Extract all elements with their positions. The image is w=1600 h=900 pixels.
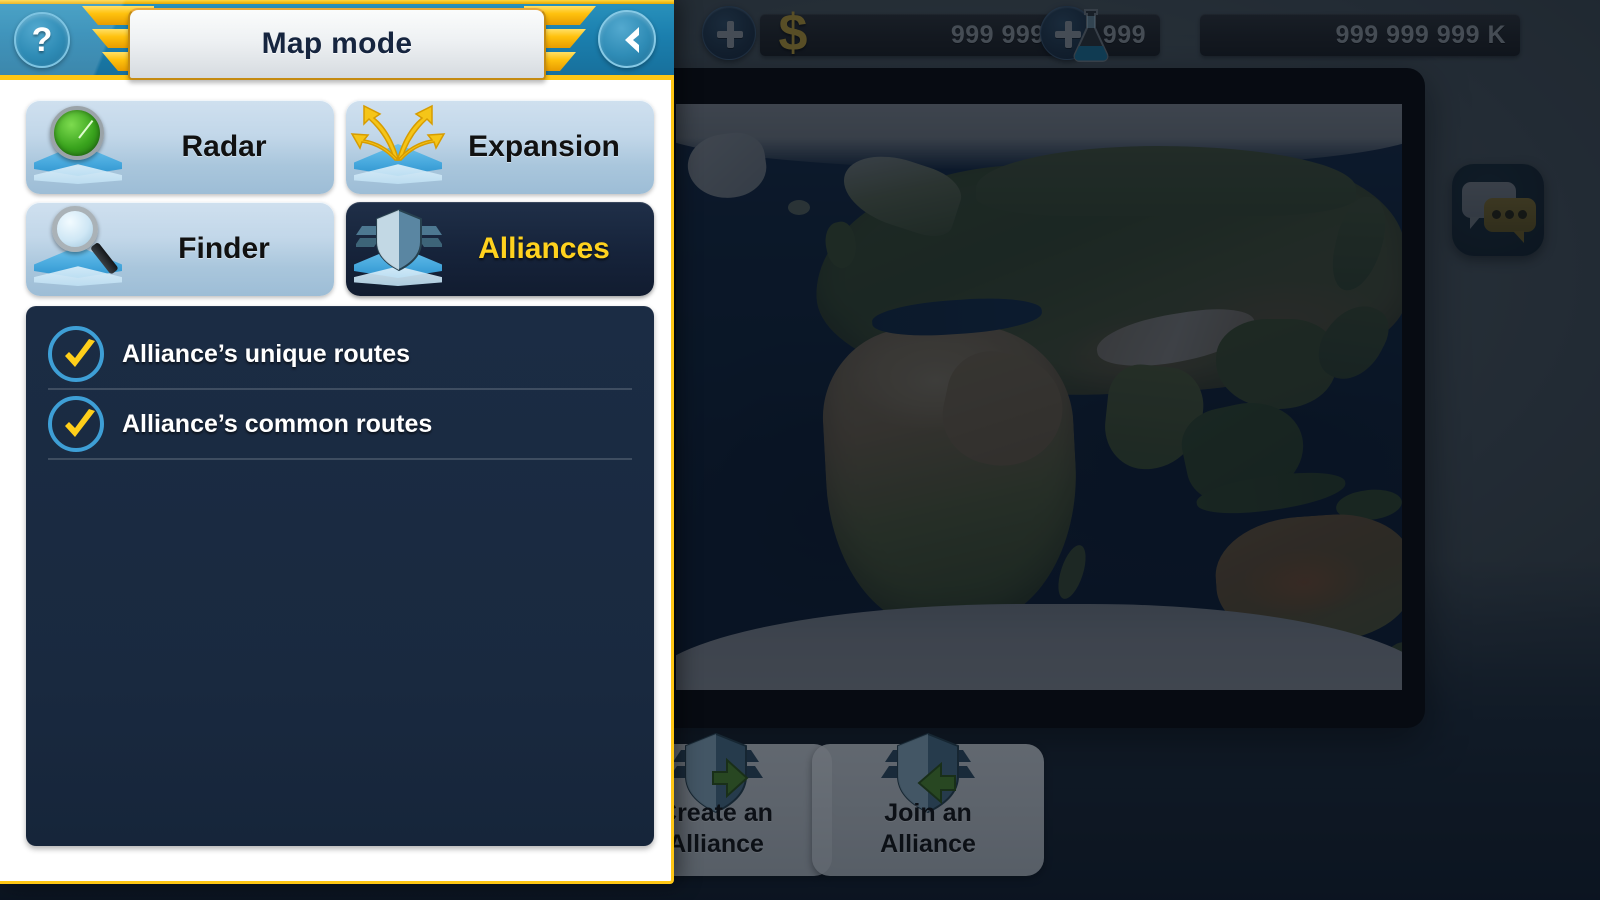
dollar-icon: $: [778, 4, 808, 62]
mode-button-expansion[interactable]: Expansion: [346, 100, 654, 194]
help-label: ?: [31, 21, 53, 59]
monitor-frame: [646, 68, 1425, 728]
map-mode-options-panel: Alliance’s unique routes Alliance’s comm…: [26, 306, 654, 846]
dialog-header: ? Map mode: [0, 0, 674, 88]
chevron-left-icon: [617, 25, 643, 55]
join-alliance-line2: Alliance: [880, 829, 976, 858]
resource-bar: 999 999 999 999 $ 999 999 999 K: [640, 0, 1600, 68]
option-label-unique-routes: Alliance’s unique routes: [122, 339, 411, 368]
join-alliance-button[interactable]: Join an Alliance: [812, 732, 1044, 876]
finder-map-icon: [26, 202, 130, 296]
mode-label-radar: Radar: [181, 130, 267, 163]
help-button[interactable]: ?: [14, 12, 70, 68]
world-map-screen[interactable]: [676, 104, 1402, 690]
add-money-button[interactable]: [702, 6, 756, 60]
option-label-common-routes: Alliance’s common routes: [122, 409, 433, 438]
back-button[interactable]: [598, 10, 656, 68]
radar-map-icon: [26, 100, 130, 194]
option-row-common-routes[interactable]: Alliance’s common routes: [48, 390, 632, 460]
checkbox-unique-routes[interactable]: [48, 326, 104, 382]
alliance-shield-map-icon: [346, 202, 450, 296]
mode-button-finder[interactable]: Finder: [26, 202, 334, 296]
join-alliance-label: Join an Alliance: [812, 798, 1044, 861]
screen-dim-overlay: [676, 104, 1402, 690]
check-icon: [65, 339, 95, 367]
research-value: 999 999 999 K: [1335, 20, 1506, 49]
mode-label-finder: Finder: [178, 232, 270, 265]
mode-label-expansion: Expansion: [468, 130, 620, 163]
join-alliance-line1: Join an: [884, 798, 972, 827]
dialog-title-plate: Map mode: [128, 8, 546, 80]
chat-button[interactable]: [1452, 164, 1544, 256]
option-row-unique-routes[interactable]: Alliance’s unique routes: [48, 320, 632, 390]
mode-button-alliances[interactable]: Alliances: [346, 202, 654, 296]
page-title: Map mode: [261, 27, 413, 60]
mode-label-alliances: Alliances: [478, 232, 610, 265]
chat-dim: [1452, 164, 1544, 256]
check-icon: [65, 409, 95, 437]
research-counter[interactable]: 999 999 999 K: [1200, 14, 1520, 56]
map-mode-dialog: ? Map mode Radar Expansion Finder Allian…: [0, 0, 674, 884]
flask-icon: [1064, 6, 1118, 64]
checkbox-common-routes[interactable]: [48, 396, 104, 452]
expansion-map-icon: [346, 100, 450, 194]
map-mode-grid: Radar Expansion Finder Alliances: [26, 100, 654, 296]
mode-button-radar[interactable]: Radar: [26, 100, 334, 194]
